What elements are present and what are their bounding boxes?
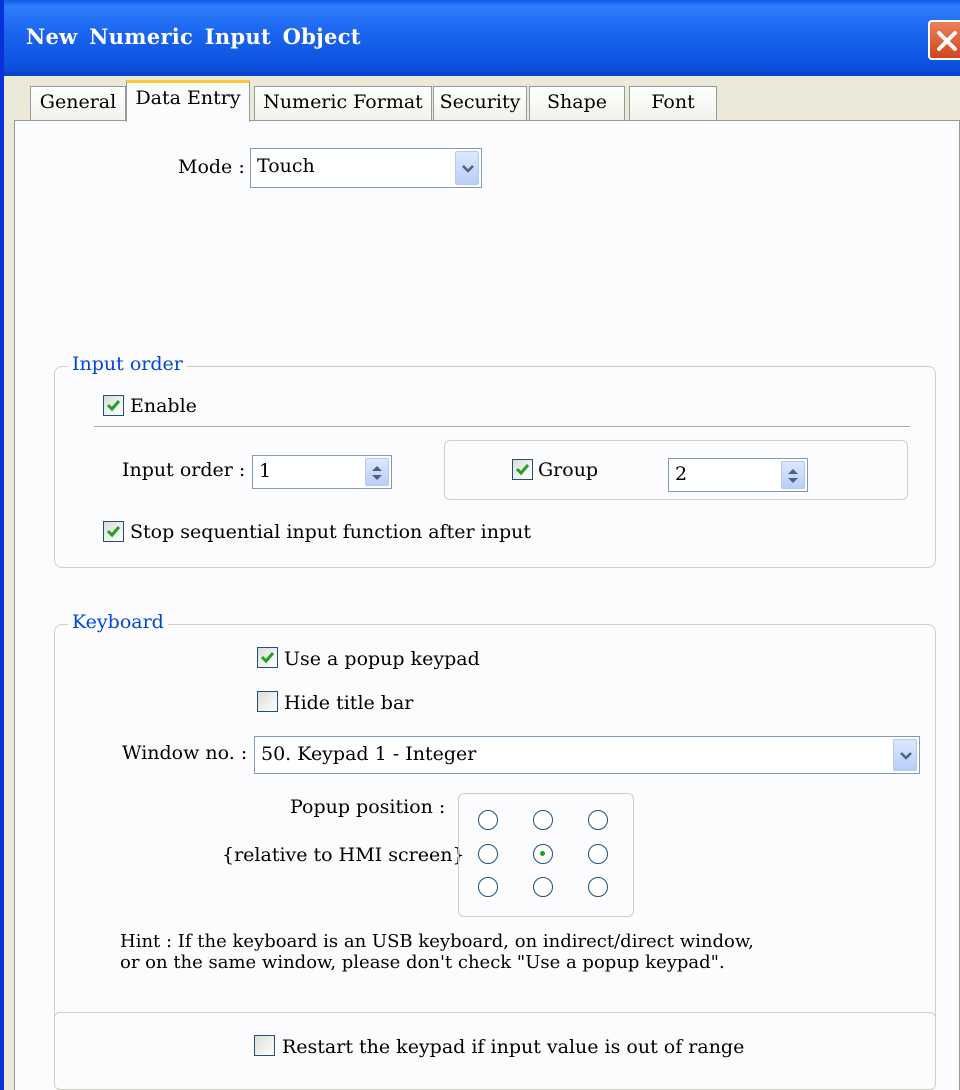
up-down-arrows-icon (788, 469, 798, 483)
popup-position-label: Popup position : (290, 796, 446, 818)
check-icon (106, 400, 121, 412)
hide-title-bar-checkbox[interactable] (257, 691, 278, 712)
enable-checkbox[interactable] (103, 395, 124, 416)
tab-shape[interactable]: Shape (529, 86, 625, 120)
tab-font[interactable]: Font (629, 86, 717, 120)
hint-line-1: Hint : If the keyboard is an USB keyboar… (120, 931, 754, 952)
window-title: New Numeric Input Object (26, 24, 361, 49)
close-button[interactable] (928, 20, 960, 60)
hide-title-bar-label: Hide title bar (284, 692, 414, 714)
position-middle-left-radio[interactable] (478, 844, 498, 864)
title-bar[interactable]: New Numeric Input Object (4, 0, 960, 76)
position-top-center-radio[interactable] (533, 810, 553, 830)
hint-line-2: or on the same window, please don't chec… (120, 952, 725, 973)
mode-label: Mode : (178, 156, 245, 178)
check-icon (260, 652, 275, 664)
input-order-label: Input order : (122, 459, 246, 481)
keyboard-hint: Hint : If the keyboard is an USB keyboar… (120, 931, 754, 973)
chevron-down-icon (462, 165, 474, 173)
group-checkbox[interactable] (512, 459, 533, 480)
check-icon (106, 526, 121, 538)
mode-value: Touch (257, 155, 315, 177)
input-order-spinner[interactable]: 1 (252, 455, 392, 489)
tab-label: Security (439, 91, 521, 113)
position-bottom-center-radio[interactable] (533, 877, 553, 897)
group-value: 2 (675, 463, 688, 485)
close-icon (937, 31, 957, 51)
use-popup-keypad-label: Use a popup keypad (284, 648, 480, 670)
spinner-buttons[interactable] (781, 461, 805, 489)
window-no-label: Window no. : (122, 742, 248, 764)
tab-general[interactable]: General (30, 86, 126, 120)
check-icon (515, 464, 530, 476)
tab-security[interactable]: Security (433, 86, 527, 120)
group-label: Group (538, 459, 599, 481)
restart-keypad-checkbox[interactable] (254, 1035, 275, 1056)
position-middle-right-radio[interactable] (588, 844, 608, 864)
popup-position-subtitle: {relative to HMI screen} (222, 844, 465, 866)
restart-keypad-label: Restart the keypad if input value is out… (282, 1036, 745, 1058)
dialog-window: New Numeric Input Object General Data En… (0, 0, 960, 1090)
tab-label: General (39, 91, 117, 113)
tab-label: Shape (547, 91, 607, 113)
group-spinner[interactable]: 2 (668, 458, 808, 492)
use-popup-keypad-checkbox[interactable] (257, 647, 278, 668)
tab-label: Font (651, 91, 695, 113)
up-down-arrows-icon (372, 466, 382, 480)
position-bottom-right-radio[interactable] (588, 877, 608, 897)
keyboard-legend: Keyboard (68, 611, 168, 633)
window-no-value: 50. Keypad 1 - Integer (261, 743, 477, 765)
divider (94, 426, 910, 428)
spinner-buttons[interactable] (365, 458, 389, 486)
chevron-down-icon (900, 752, 912, 760)
window-no-select[interactable]: 50. Keypad 1 - Integer (254, 736, 920, 774)
tab-data-entry[interactable]: Data Entry (126, 80, 250, 122)
tab-label: Numeric Format (263, 91, 423, 113)
window-no-dropdown-button[interactable] (893, 739, 917, 771)
position-top-left-radio[interactable] (478, 810, 498, 830)
mode-dropdown-button[interactable] (455, 151, 479, 185)
enable-label: Enable (130, 395, 197, 417)
position-middle-center-radio[interactable] (533, 844, 553, 864)
input-order-value: 1 (259, 460, 272, 482)
mode-select[interactable]: Touch (250, 148, 482, 188)
tab-label: Data Entry (135, 87, 241, 109)
tab-numeric-format[interactable]: Numeric Format (254, 86, 432, 120)
position-top-right-radio[interactable] (588, 810, 608, 830)
stop-sequential-label: Stop sequential input function after inp… (130, 521, 531, 543)
stop-sequential-checkbox[interactable] (103, 521, 124, 542)
input-order-legend: Input order (68, 353, 187, 375)
position-bottom-left-radio[interactable] (478, 877, 498, 897)
